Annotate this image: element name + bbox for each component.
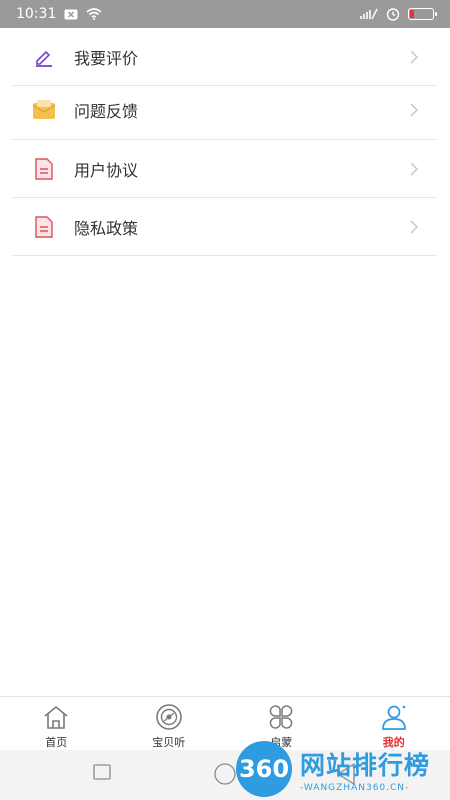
tab-baby-listen[interactable]: 宝贝听 bbox=[113, 697, 226, 750]
close-box-icon bbox=[64, 9, 78, 20]
chevron-right-icon bbox=[409, 161, 419, 177]
menu-item-label: 隐私政策 bbox=[74, 218, 139, 238]
menu-item-label: 用户协议 bbox=[74, 160, 139, 180]
menu-item-review[interactable]: 我要评价 bbox=[12, 28, 437, 86]
chevron-right-icon bbox=[409, 219, 419, 235]
tab-label: 启蒙 bbox=[270, 736, 293, 749]
settings-list: 我要评价 问题反馈 用户协议 隐私政策 bbox=[0, 28, 450, 696]
signal-icon bbox=[360, 8, 378, 20]
menu-item-label: 我要评价 bbox=[74, 48, 139, 68]
menu-item-user-agreement[interactable]: 用户协议 bbox=[12, 140, 437, 198]
tab-label: 宝贝听 bbox=[152, 736, 186, 749]
wifi-icon bbox=[86, 8, 102, 20]
mail-icon bbox=[32, 98, 56, 122]
battery-level bbox=[410, 10, 414, 18]
tab-enlightenment[interactable]: 启蒙 bbox=[225, 697, 338, 750]
tab-mine[interactable]: 我的 bbox=[338, 697, 450, 750]
document-icon bbox=[32, 157, 56, 181]
menu-item-label: 问题反馈 bbox=[74, 101, 139, 121]
recents-button[interactable] bbox=[93, 764, 111, 780]
user-icon bbox=[379, 702, 409, 732]
document-icon bbox=[32, 215, 56, 239]
tab-label: 我的 bbox=[382, 736, 405, 749]
bottom-tab-bar: 首页 宝贝听 启蒙 我的 bbox=[0, 696, 450, 750]
alarm-icon bbox=[386, 7, 400, 21]
back-button[interactable] bbox=[336, 763, 356, 785]
menu-item-privacy-policy[interactable]: 隐私政策 bbox=[12, 198, 437, 256]
chevron-right-icon bbox=[409, 49, 419, 65]
home-button[interactable] bbox=[214, 763, 236, 785]
home-icon bbox=[41, 702, 71, 732]
edit-icon bbox=[32, 45, 56, 69]
menu-item-feedback[interactable]: 问题反馈 bbox=[12, 80, 437, 140]
status-bar: 10:31 bbox=[0, 0, 450, 28]
battery-icon bbox=[408, 8, 437, 20]
tab-label: 首页 bbox=[45, 736, 68, 749]
clover-icon bbox=[266, 702, 296, 732]
system-nav-bar bbox=[0, 750, 450, 800]
disc-icon bbox=[154, 702, 184, 732]
chevron-right-icon bbox=[409, 102, 419, 118]
status-time: 10:31 bbox=[16, 6, 57, 22]
tab-home[interactable]: 首页 bbox=[0, 697, 113, 750]
